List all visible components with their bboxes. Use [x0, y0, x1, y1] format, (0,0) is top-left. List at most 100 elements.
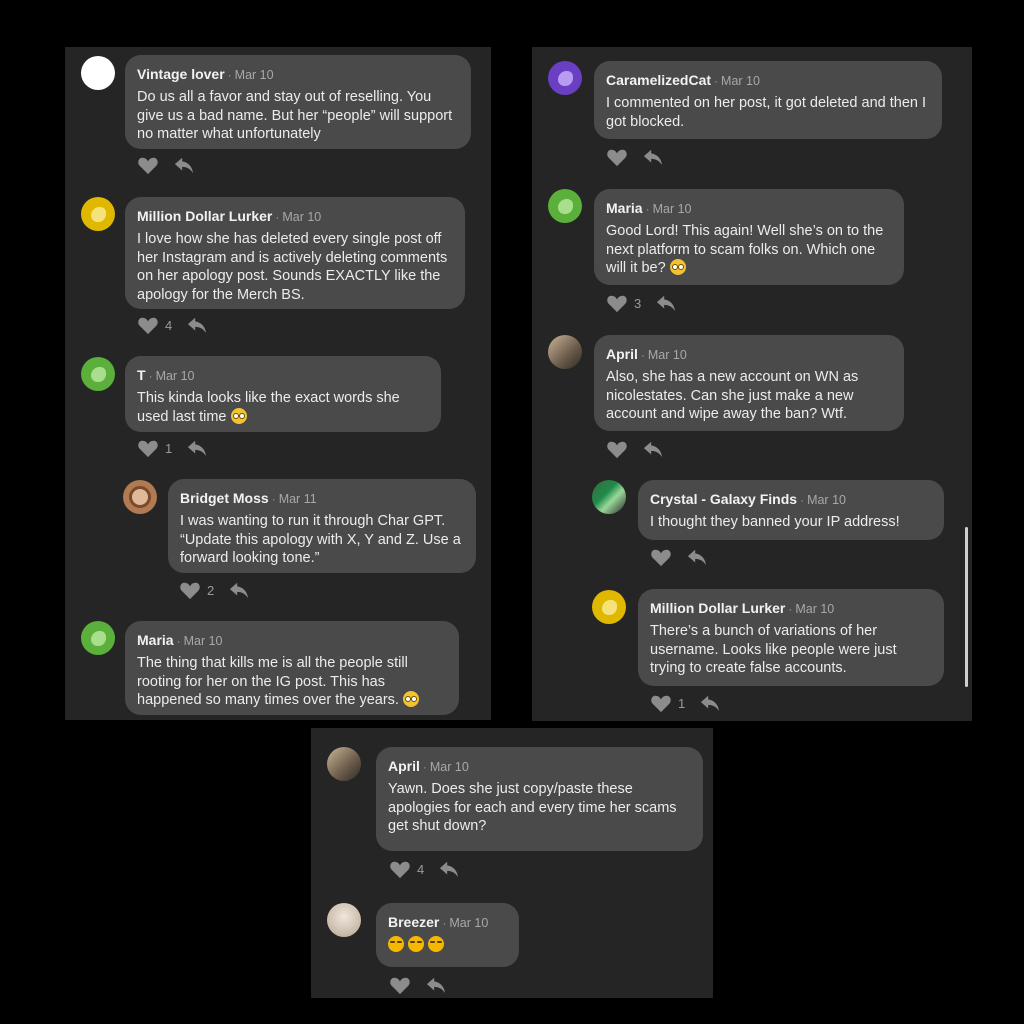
separator: · — [800, 493, 805, 507]
comment-actions — [650, 546, 708, 568]
comment-bubble: April · Mar 10 Also, she has a new account… — [594, 335, 904, 431]
separator: · — [148, 369, 153, 383]
avatar[interactable] — [327, 747, 361, 781]
separator: · — [275, 210, 280, 224]
comment-actions — [389, 974, 447, 996]
comment-bubble: Crystal - Galaxy Finds · Mar 10 I thought … — [638, 480, 944, 540]
comment-actions: 4 — [389, 858, 460, 880]
comment-date: Mar 10 — [721, 74, 760, 88]
comment-text: The thing that kills me is all the peopl… — [137, 654, 447, 710]
comment-bubble: CaramelizedCat · Mar 10 I commented on her… — [594, 61, 942, 139]
avatar[interactable] — [81, 56, 115, 90]
comment-text: I commented on her post, it got deleted … — [606, 95, 927, 130]
like-count: 2 — [207, 582, 215, 598]
separator: · — [645, 202, 650, 216]
like-count: 4 — [417, 861, 425, 877]
comment-author[interactable]: CaramelizedCat — [606, 72, 711, 88]
comment-author[interactable]: Crystal - Galaxy Finds — [650, 491, 797, 507]
like-count: 4 — [165, 317, 173, 333]
comment-actions: 3 — [606, 292, 677, 314]
reply-icon[interactable] — [686, 547, 708, 567]
comment-date: Mar 10 — [652, 202, 692, 216]
heart-icon[interactable] — [137, 155, 159, 175]
comment-text: I thought they banned your IP address! — [650, 514, 900, 530]
heart-icon[interactable] — [389, 859, 411, 879]
avatar[interactable] — [548, 189, 582, 223]
reply-icon[interactable] — [425, 975, 447, 995]
reply-icon[interactable] — [186, 438, 208, 458]
comment-date: Mar 10 — [807, 493, 846, 507]
separator: · — [640, 348, 645, 362]
reply-icon[interactable] — [655, 293, 677, 313]
reply-icon[interactable] — [186, 315, 208, 335]
comment-bubble: Maria · Mar 10 Good Lord! This again! Well… — [594, 189, 904, 285]
heart-icon[interactable] — [650, 693, 672, 713]
comment-author[interactable]: Million Dollar Lurker — [650, 600, 785, 616]
separator: · — [422, 760, 427, 774]
comment-date: Mar 10 — [183, 634, 223, 648]
comment-bubble: Bridget Moss · Mar 11 I was wanting to run… — [168, 479, 476, 573]
avatar[interactable] — [327, 903, 361, 937]
heart-icon[interactable] — [389, 975, 411, 995]
comment-actions: 1 — [650, 692, 721, 714]
reply-icon[interactable] — [699, 693, 721, 713]
heart-icon[interactable] — [650, 547, 672, 567]
comment-actions: 1 — [137, 437, 208, 459]
comment-text: I love how she has deleted every single … — [137, 231, 448, 303]
comment-author[interactable]: Million Dollar Lurker — [137, 208, 272, 224]
comment-date: Mar 10 — [282, 210, 322, 224]
avatar[interactable] — [548, 61, 582, 95]
avatar[interactable] — [592, 480, 626, 514]
comment-date: Mar 10 — [647, 348, 687, 362]
separator: · — [442, 916, 447, 930]
comment-actions — [606, 438, 664, 460]
comment-author[interactable]: Breezer — [388, 914, 439, 930]
like-count: 1 — [165, 440, 173, 456]
comment-author[interactable]: April — [606, 346, 638, 362]
eye-roll-emoji-icon — [402, 691, 419, 707]
scrollbar[interactable] — [965, 527, 968, 687]
separator: · — [227, 68, 232, 82]
like-count: 1 — [678, 695, 686, 711]
heart-icon[interactable] — [606, 147, 628, 167]
comment-panel-bottom: April · Mar 10 Yawn. Does she just copy/pa… — [311, 728, 713, 998]
heart-icon[interactable] — [606, 293, 628, 313]
separator: · — [788, 602, 793, 616]
comment-author[interactable]: April — [388, 758, 420, 774]
comment-author[interactable]: T — [137, 367, 146, 383]
avatar[interactable] — [592, 590, 626, 624]
comment-author[interactable]: Bridget Moss — [180, 490, 269, 506]
flushed-emoji-icon — [230, 407, 247, 424]
comment-panel-left: Vintage lover · Mar 10 Do us all a favor a… — [65, 47, 491, 720]
avatar[interactable] — [81, 197, 115, 231]
heart-icon[interactable] — [137, 315, 159, 335]
comment-actions: 2 — [179, 579, 250, 601]
avatar[interactable] — [548, 335, 582, 369]
heart-icon[interactable] — [179, 580, 201, 600]
comment-author[interactable]: Vintage lover — [137, 66, 225, 82]
avatar[interactable] — [81, 621, 115, 655]
avatar[interactable] — [81, 357, 115, 391]
reply-icon[interactable] — [642, 147, 664, 167]
comment-text: Also, she has a new account on WN as nic… — [606, 369, 859, 422]
laughing-emoji-icon — [388, 936, 404, 952]
comment-date: Mar 10 — [234, 68, 274, 82]
comment-bubble: T · Mar 10 This kinda looks like the exact… — [125, 356, 441, 432]
reply-icon[interactable] — [228, 580, 250, 600]
eye-roll-emoji-icon — [669, 259, 686, 275]
heart-icon[interactable] — [606, 439, 628, 459]
reply-icon[interactable] — [642, 439, 664, 459]
comment-author[interactable]: Maria — [137, 632, 174, 648]
reply-icon[interactable] — [438, 859, 460, 879]
comment-actions — [137, 154, 195, 176]
heart-icon[interactable] — [137, 438, 159, 458]
comment-bubble: Million Dollar Lurker · Mar 10 There’s a b… — [638, 589, 944, 686]
reply-icon[interactable] — [173, 155, 195, 175]
avatar[interactable] — [123, 480, 157, 514]
comment-text — [388, 936, 507, 955]
comment-bubble: Vintage lover · Mar 10 Do us all a favor a… — [125, 55, 471, 149]
comment-author[interactable]: Maria — [606, 200, 643, 216]
comment-date: Mar 10 — [795, 602, 835, 616]
separator: · — [714, 74, 719, 88]
comment-date: Mar 10 — [155, 369, 195, 383]
